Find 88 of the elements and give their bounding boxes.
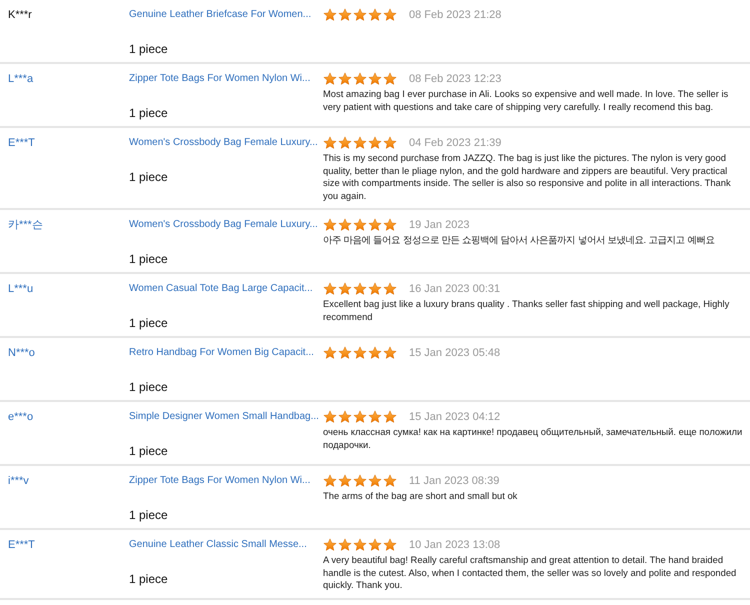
review-date: 15 Jan 2023 05:48 [409,347,500,359]
buyer-name[interactable]: L***a [8,72,129,86]
buyer-name[interactable]: e***o [8,410,129,424]
star-icon [368,8,382,22]
star-icon [338,218,352,232]
buyer-name[interactable]: 카***슨 [8,218,129,232]
star-icon [338,410,352,424]
product-link[interactable]: Genuine Leather Classic Small Messe... [129,538,307,552]
buyer-name[interactable]: L***u [8,282,129,296]
star-icon [368,218,382,232]
star-icon [323,410,337,424]
review-date: 08 Feb 2023 12:23 [409,73,502,85]
star-icon [353,136,367,150]
star-icon [383,72,397,86]
review-text: This is my second purchase from JAZZQ. The bag is just like the pictures. The nylon is very good quality, better than le pliage nylon, and the gold hardware and zippers are beautiful. Very practical size with compartments inside. The seller is also so responsive and polite in all interactions. Thank you again. [323,152,732,202]
review-text: очень классная сумка! как на картинке! продавец общительный, замечательный. еще положили подарочки. [323,426,744,451]
buyer-name[interactable]: E***T [8,538,129,552]
star-icon [353,72,367,86]
quantity-text: 1 piece [129,316,168,330]
review-date: 19 Jan 2023 [409,219,470,231]
star-icon [383,538,397,552]
star-icon [368,282,382,296]
quantity-text: 1 piece [129,106,168,120]
review-date: 15 Jan 2023 04:12 [409,411,500,423]
buyer-name: K***r [8,8,33,22]
product-link[interactable]: Women Casual Tote Bag Large Capacit... [129,282,313,296]
buyer-name[interactable]: N***o [8,346,129,360]
star-icon [383,218,397,232]
product-link[interactable]: Women's Crossbody Bag Female Luxury... [129,218,318,232]
star-icon [353,282,367,296]
star-icon [338,8,352,22]
star-icon [338,474,352,488]
star-icon [338,538,352,552]
product-link[interactable]: Zipper Tote Bags For Women Nylon Wi... [129,474,310,488]
star-icon [323,474,337,488]
star-icon [338,346,352,360]
quantity-text: 1 piece [129,572,168,586]
product-link[interactable]: Zipper Tote Bags For Women Nylon Wi... [129,72,310,86]
product-link[interactable]: Genuine Leather Briefcase For Women... [129,8,312,22]
buyer-name[interactable]: E***T [8,136,129,150]
star-icon [353,346,367,360]
product-link[interactable]: Simple Designer Women Small Handbag... [129,410,319,424]
star-icon [368,474,382,488]
review-text: Most amazing bag I ever purchase in Ali. Looks so expensive and well made. In love. The seller is very patient with questions and take care of shipping very carefully. I really recomend this bag. [323,88,730,113]
quantity-text: 1 piece [129,508,168,522]
quantity-text: 1 piece [129,444,168,458]
review-text: A very beautiful bag! Really careful craftsmanship and great attention to detail. The hand braided handle is the cutest. Also, when I contacted them, the seller was so lovely and polite and responded quickly. Thank you. [323,554,738,592]
star-icon [323,136,337,150]
star-icon [383,474,397,488]
star-icon [323,346,337,360]
star-icon [338,72,352,86]
star-icon [353,538,367,552]
star-icon [323,282,337,296]
star-icon [383,8,397,22]
star-icon [368,136,382,150]
star-icon [383,282,397,296]
star-icon [323,72,337,86]
review-text: The arms of the bag are short and small but ok [323,490,518,502]
star-icon [323,218,337,232]
review-text: Excellent bag just like a luxury brans quality . Thanks seller fast shipping and well package, Highly recommend [323,298,730,323]
star-icon [353,8,367,22]
star-icon [383,136,397,150]
quantity-text: 1 piece [129,42,168,56]
star-icon [338,136,352,150]
star-icon [338,282,352,296]
review-date: 04 Feb 2023 21:39 [409,137,502,149]
star-icon [323,8,337,22]
star-icon [383,346,397,360]
review-date: 16 Jan 2023 00:31 [409,283,500,295]
review-text: 아주 마음에 들어요 정성으로 만든 쇼핑백에 담아서 사은품까지 넣어서 보냈네요. 고급지고 예뻐요 [323,234,716,246]
star-icon [368,346,382,360]
star-icon [368,538,382,552]
review-date: 10 Jan 2023 13:08 [409,539,500,551]
star-icon [368,72,382,86]
review-date: 11 Jan 2023 08:39 [409,475,500,487]
review-date: 08 Feb 2023 21:28 [409,9,502,21]
star-icon [353,218,367,232]
quantity-text: 1 piece [129,170,168,184]
star-icon [323,538,337,552]
star-icon [383,410,397,424]
quantity-text: 1 piece [129,380,168,394]
star-icon [353,410,367,424]
product-link[interactable]: Retro Handbag For Women Big Capacit... [129,346,314,360]
product-link[interactable]: Women's Crossbody Bag Female Luxury... [129,136,318,150]
star-icon [353,474,367,488]
buyer-name[interactable]: i***v [8,474,129,488]
star-icon [368,410,382,424]
quantity-text: 1 piece [129,252,168,266]
